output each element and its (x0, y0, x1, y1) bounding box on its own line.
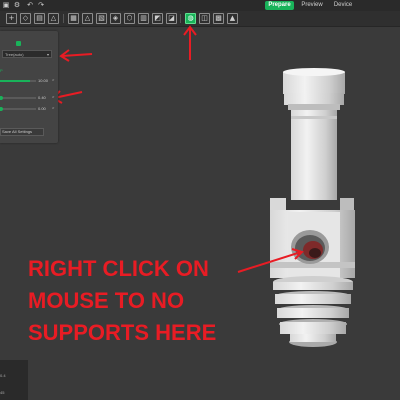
slider-1-value[interactable]: 10.00 (38, 78, 48, 83)
enable-toggle[interactable] (16, 41, 21, 46)
info-value-2: 45 (0, 390, 5, 395)
chevron-down-icon: ▾ (46, 52, 49, 57)
spin-arrows-icon[interactable]: ⇵ (52, 106, 55, 110)
slider-3[interactable] (0, 108, 36, 110)
slider-3-value[interactable]: 0.00 (38, 106, 46, 111)
spin-arrows-icon[interactable]: ⇵ (52, 95, 55, 99)
slider-2-value[interactable]: 0.40 (38, 95, 46, 100)
spin-arrows-icon[interactable]: ⇵ (52, 78, 55, 82)
info-panel: 0.4 45 (0, 360, 28, 400)
annotation-arrows (51, 25, 304, 273)
3d-model[interactable] (270, 68, 355, 347)
section-marker: P (0, 68, 3, 73)
annotation-line-3: SUPPORTS HERE (28, 320, 217, 345)
slider-2[interactable] (0, 97, 36, 99)
info-value-1: 0.4 (0, 373, 6, 378)
support-type-select[interactable]: Tree(auto) ▾ (2, 50, 52, 58)
slider-1[interactable] (0, 80, 36, 82)
save-settings-button[interactable]: Save All Settings (0, 128, 44, 136)
paint-supports-panel: Tree(auto) ▾ P 10.00 ⇵ 0.40 ⇵ 0.00 ⇵ (0, 31, 58, 143)
slider-2-knob[interactable] (0, 96, 3, 100)
annotation-line-2: MOUSE TO NO (28, 288, 185, 313)
support-type-value: Tree(auto) (5, 52, 24, 57)
annotation-line-1: RIGHT CLICK ON (28, 256, 209, 281)
slider-3-knob[interactable] (0, 107, 3, 111)
